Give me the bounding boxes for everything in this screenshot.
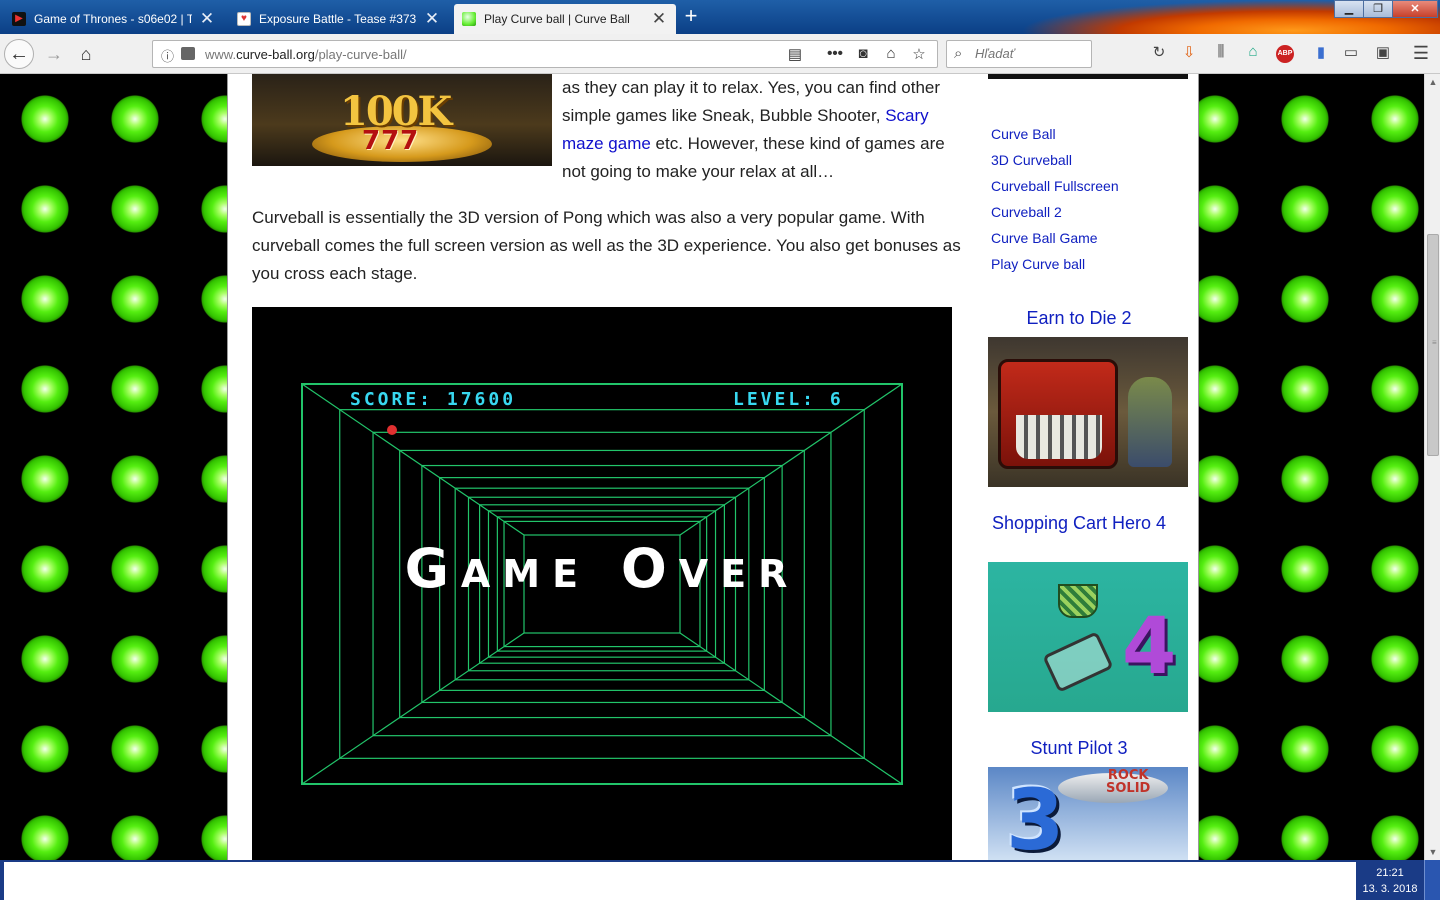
- promo-slot-number: 777: [362, 126, 420, 156]
- scroll-down-arrow-icon[interactable]: ▼: [1425, 844, 1440, 860]
- clock-time: 21:21: [1376, 867, 1404, 879]
- tab-curve-ball[interactable]: Play Curve ball | Curve Ball ✕: [454, 4, 676, 34]
- windows-taskbar: 21:21 13. 3. 2018: [0, 860, 1440, 900]
- shopping-cart-hero-4-thumbnail[interactable]: 4: [988, 562, 1188, 712]
- stunt-pilot-3-link[interactable]: Stunt Pilot 3: [988, 738, 1170, 758]
- close-tab-icon[interactable]: ✕: [650, 9, 668, 29]
- tab-strip: ▶ Game of Thrones - s06e02 | Top ✕ Expos…: [0, 0, 1440, 34]
- number-three-art: 3: [1006, 771, 1065, 860]
- content-column: 100K 777 as they can play it to relax. Y…: [227, 74, 1199, 860]
- home-icon[interactable]: ⌂: [72, 40, 100, 68]
- page-viewport: 100K 777 as they can play it to relax. Y…: [0, 74, 1424, 860]
- forward-button[interactable]: →: [40, 40, 68, 68]
- description-paragraph: Curveball is essentially the 3D version …: [252, 208, 961, 283]
- grip-icon: ≡: [1432, 338, 1437, 347]
- tab-label: Game of Thrones - s06e02 | Top: [34, 12, 192, 26]
- truck-grill-art: [1016, 415, 1102, 459]
- new-tab-button[interactable]: +: [680, 5, 702, 29]
- play-icon: ▶: [12, 12, 26, 26]
- sidebar-link-play-curve-ball[interactable]: Play Curve ball: [991, 256, 1085, 272]
- intro-paragraph: as they can play it to relax. Yes, you c…: [562, 74, 962, 186]
- sidebar-link-curve-ball[interactable]: Curve Ball: [991, 126, 1056, 142]
- page-actions-icon[interactable]: •••: [825, 45, 845, 62]
- extension-icon[interactable]: ▮: [1310, 43, 1332, 65]
- logo-text: SOLID: [1106, 781, 1151, 796]
- system-clock[interactable]: 21:21 13. 3. 2018: [1358, 862, 1422, 900]
- cart-art: [1042, 631, 1114, 693]
- number-four-art: 4: [1122, 602, 1177, 692]
- search-icon: ⌕: [954, 45, 963, 62]
- tab-label: Exposure Battle - Tease #37313: [259, 12, 417, 26]
- sidebar-icon[interactable]: ▭: [1340, 43, 1362, 65]
- sidebar-link-3d-curveball[interactable]: 3D Curveball: [991, 152, 1072, 168]
- search-input[interactable]: [975, 46, 1085, 61]
- minimize-button[interactable]: ▁: [1334, 0, 1364, 18]
- paragraph-text: as they can play it to relax. Yes, you c…: [562, 78, 941, 125]
- game-over-text: Game Over: [404, 537, 800, 600]
- score-display: SCORE: 17600: [350, 389, 517, 410]
- basket-art: [1058, 584, 1098, 618]
- add-home-icon[interactable]: ⌂: [881, 45, 901, 62]
- show-desktop-button[interactable]: [1424, 860, 1440, 900]
- zombie-art: [1128, 377, 1172, 467]
- casino-promo-image[interactable]: 100K 777: [252, 74, 552, 166]
- curveball-game-canvas[interactable]: SCORE: 17600 LEVEL: 6 Game Over: [252, 307, 952, 860]
- library-icon[interactable]: ⫼: [1210, 43, 1232, 65]
- url-path: /play-curve-ball/: [314, 47, 407, 62]
- tunnel-edge: [301, 632, 525, 785]
- earn-to-die-2-thumbnail[interactable]: [988, 337, 1188, 487]
- search-box[interactable]: ⌕: [946, 40, 1092, 68]
- address-bar[interactable]: ⓘ www.curve-ball.org/play-curve-ball/ ▤ …: [152, 40, 938, 68]
- reload-icon[interactable]: ↻: [1148, 43, 1170, 65]
- page-icon: [181, 47, 195, 60]
- sidebar-link-curve-ball-game[interactable]: Curve Ball Game: [991, 230, 1098, 246]
- clock-date: 13. 3. 2018: [1362, 883, 1418, 895]
- tab-label: Play Curve ball | Curve Ball: [484, 12, 630, 26]
- url-domain: curve-ball.org: [236, 47, 315, 62]
- back-button[interactable]: ←: [4, 39, 34, 69]
- info-icon[interactable]: ⓘ: [161, 46, 174, 65]
- home-extension-icon[interactable]: ⌂: [1242, 43, 1264, 65]
- url-text[interactable]: www.curve-ball.org/play-curve-ball/: [205, 47, 407, 62]
- scroll-up-arrow-icon[interactable]: ▲: [1425, 74, 1440, 90]
- adblock-plus-icon[interactable]: ABP: [1276, 45, 1294, 63]
- close-window-button[interactable]: ✕: [1392, 0, 1438, 18]
- sidebar-link-curveball-fullscreen[interactable]: Curveball Fullscreen: [991, 178, 1119, 194]
- tab-exposure-battle[interactable]: Exposure Battle - Tease #37313 ✕: [229, 4, 449, 34]
- shopping-cart-hero-4-link[interactable]: Shopping Cart Hero 4: [988, 513, 1170, 533]
- rock-solid-logo: ROCK SOLID: [1106, 769, 1150, 795]
- download-icon[interactable]: ⇩: [1178, 43, 1200, 65]
- reader-view-icon[interactable]: ▤: [785, 45, 805, 63]
- sidebar-divider: [988, 74, 1188, 79]
- page-scrollbar[interactable]: ▲ ≡ ▼: [1424, 74, 1440, 860]
- heart-icon: [237, 12, 251, 26]
- bookmark-star-icon[interactable]: ☆: [909, 45, 929, 63]
- stunt-pilot-3-thumbnail[interactable]: ROCK SOLID 3: [988, 767, 1188, 860]
- extension-icon[interactable]: ▣: [1372, 43, 1394, 65]
- maximize-button[interactable]: ❐: [1363, 0, 1393, 18]
- green-ball-icon: [462, 12, 476, 26]
- navigation-toolbar: ← → ⌂ ⓘ www.curve-ball.org/play-curve-ba…: [0, 34, 1440, 74]
- tunnel-edge: [679, 632, 903, 785]
- pocket-icon[interactable]: ◙: [853, 45, 873, 62]
- tab-game-of-thrones[interactable]: ▶ Game of Thrones - s06e02 | Top ✕: [4, 4, 224, 34]
- close-tab-icon[interactable]: ✕: [423, 9, 441, 29]
- earn-to-die-2-link[interactable]: Earn to Die 2: [988, 308, 1170, 328]
- url-prefix: www.: [205, 47, 237, 62]
- sidebar-link-curveball-2[interactable]: Curveball 2: [991, 204, 1062, 220]
- level-display: LEVEL: 6: [733, 389, 844, 410]
- curveball-ball: [387, 425, 397, 435]
- taskbar-area: [4, 862, 1356, 900]
- scroll-thumb[interactable]: ≡: [1427, 234, 1439, 456]
- sidebar: Curve Ball 3D Curveball Curveball Fullsc…: [988, 74, 1188, 860]
- hamburger-menu-icon[interactable]: ☰: [1410, 43, 1432, 65]
- close-tab-icon[interactable]: ✕: [198, 9, 216, 29]
